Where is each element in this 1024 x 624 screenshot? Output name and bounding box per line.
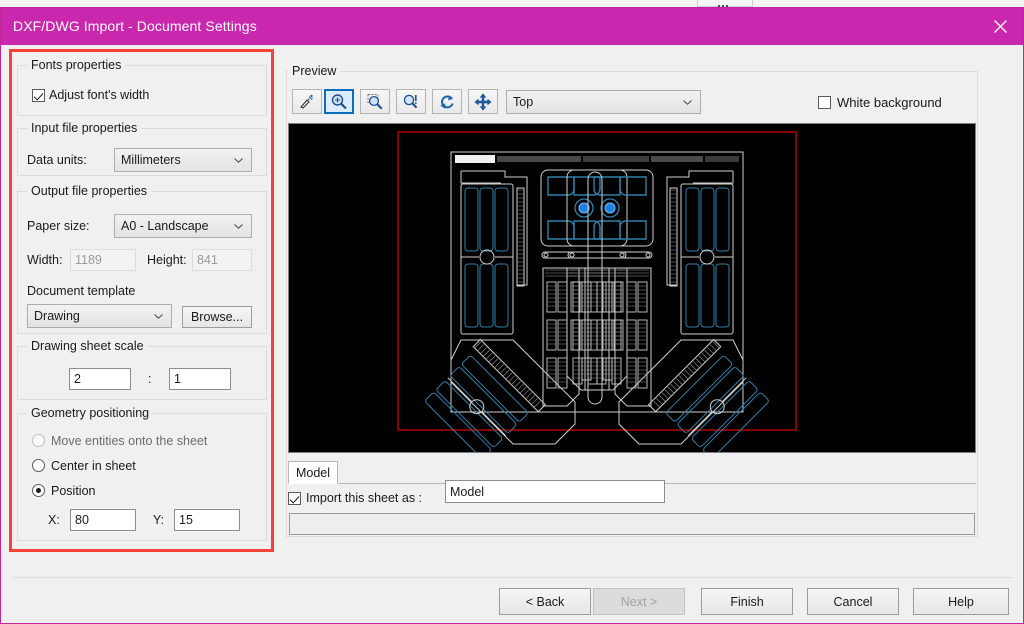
browse-button[interactable]: Browse... [182, 306, 252, 328]
cad-preview-canvas[interactable] [288, 123, 976, 453]
paper-size-value: A0 - Landscape [121, 219, 209, 233]
zoom-window-icon [366, 93, 384, 111]
input-file-properties-label: Input file properties [27, 121, 141, 135]
import-sheet-name-field[interactable]: Model [445, 480, 665, 503]
view-orientation-select[interactable]: Top [506, 90, 701, 114]
scale-numerator-field[interactable]: 2 [69, 368, 131, 390]
radio-move-entities [32, 434, 45, 447]
document-template-value: Drawing [34, 309, 80, 323]
geometry-positioning-label: Geometry positioning [27, 406, 153, 420]
background-checkered-icon [716, 0, 734, 7]
paper-size-select[interactable]: A0 - Landscape [114, 214, 252, 238]
position-x-field[interactable]: 80 [70, 509, 136, 531]
toolbar-zoom-window-button[interactable] [360, 89, 390, 114]
position-y-field[interactable]: 15 [174, 509, 240, 531]
white-background-checkbox[interactable] [818, 96, 831, 109]
toolbar-select-wand-button[interactable] [292, 89, 322, 114]
adjust-font-width-label: Adjust font's width [49, 88, 149, 102]
toolbar-zoom-button[interactable] [324, 89, 354, 114]
import-sheet-checkbox[interactable] [288, 492, 301, 505]
preview-label: Preview [288, 64, 340, 78]
title-bar: DXF/DWG Import - Document Settings [1, 8, 1023, 45]
radio-center-in-sheet-label: Center in sheet [51, 459, 136, 473]
radio-position-label: Position [51, 484, 95, 498]
height-label: Height: [147, 253, 187, 267]
output-file-properties-label: Output file properties [27, 184, 151, 198]
document-template-select[interactable]: Drawing [27, 304, 172, 328]
data-units-select[interactable]: Millimeters [114, 148, 252, 172]
width-field[interactable]: 1189 [70, 249, 136, 271]
back-button[interactable]: < Back [499, 588, 591, 615]
toolbar-pan-move-button[interactable] [468, 89, 498, 114]
paper-size-label: Paper size: [27, 219, 90, 233]
radio-center-in-sheet[interactable] [32, 459, 45, 472]
radio-position[interactable] [32, 484, 45, 497]
finish-button[interactable]: Finish [701, 588, 793, 615]
help-button[interactable]: Help [913, 588, 1009, 615]
toolbar-zoom-fit-button[interactable] [396, 89, 426, 114]
close-button[interactable] [977, 8, 1023, 45]
scale-separator: : [148, 372, 151, 386]
position-y-label: Y: [153, 513, 164, 527]
document-template-label: Document template [27, 284, 135, 298]
adjust-font-width-checkbox[interactable] [32, 89, 45, 102]
progress-status-bar [289, 513, 975, 535]
chevron-down-icon [234, 224, 243, 229]
white-background-label: White background [837, 95, 942, 110]
view-orientation-value: Top [513, 95, 533, 109]
footer-divider [13, 577, 1013, 578]
chevron-down-icon [683, 100, 692, 105]
chevron-down-icon [234, 158, 243, 163]
data-units-label: Data units: [27, 153, 87, 167]
toolbar-rotate-button[interactable] [432, 89, 462, 114]
window-title: DXF/DWG Import - Document Settings [13, 18, 257, 34]
rotate-icon [438, 93, 456, 111]
dxf-dwg-import-dialog: DXF/DWG Import - Document Settings Fonts… [0, 7, 1024, 624]
sheet-tab-model[interactable]: Model [288, 461, 338, 484]
scale-denominator-field[interactable]: 1 [169, 368, 231, 390]
zoom-icon [330, 93, 348, 111]
data-units-value: Millimeters [121, 153, 181, 167]
position-x-label: X: [48, 513, 60, 527]
import-sheet-label: Import this sheet as : [306, 491, 422, 505]
close-icon [993, 19, 1008, 34]
zoom-fit-icon [402, 93, 420, 111]
select-wand-icon [298, 93, 316, 111]
fonts-properties-label: Fonts properties [27, 58, 125, 72]
width-label: Width: [27, 253, 62, 267]
chevron-down-icon [154, 314, 163, 319]
drawing-sheet-scale-label: Drawing sheet scale [27, 339, 148, 353]
cancel-button[interactable]: Cancel [807, 588, 899, 615]
pan-move-icon [474, 93, 492, 111]
height-field[interactable]: 841 [192, 249, 252, 271]
next-button: Next > [593, 588, 685, 615]
radio-move-entities-label: Move entities onto the sheet [51, 434, 207, 448]
